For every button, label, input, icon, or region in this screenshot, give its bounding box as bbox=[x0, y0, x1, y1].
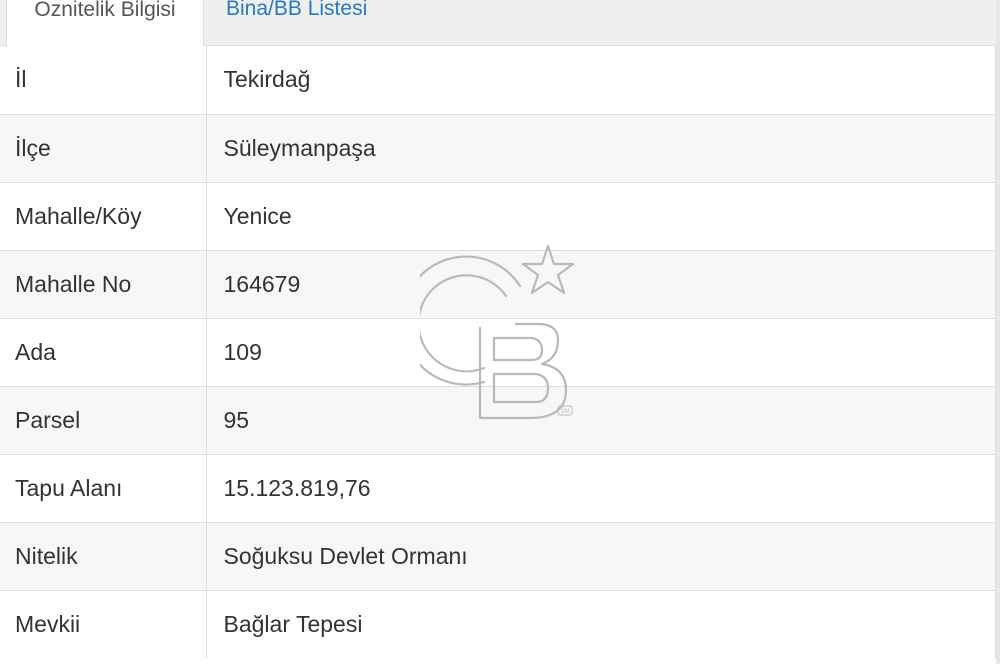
row-value: 109 bbox=[206, 317, 996, 386]
row-value: Bağlar Tepesi bbox=[206, 589, 996, 658]
tab-label: Bina/BB Listesi bbox=[226, 0, 368, 20]
row-label: Mahalle/Köy bbox=[0, 181, 207, 250]
row-label: Ada bbox=[0, 317, 207, 386]
row-label: Nitelik bbox=[0, 521, 207, 590]
row-value: Tekirdağ bbox=[206, 46, 996, 114]
row-value: Süleymanpaşa bbox=[206, 113, 996, 182]
tab-oznitelik-bilgisi[interactable]: Öznitelik Bilgisi bbox=[6, 0, 204, 46]
row-label: İl bbox=[0, 46, 207, 114]
row-value: Soğuksu Devlet Ormanı bbox=[206, 521, 996, 590]
table-row: İlçe Süleymanpaşa bbox=[0, 113, 996, 182]
attribute-table: İl Tekirdağ İlçe Süleymanpaşa Mahalle/Kö… bbox=[0, 46, 996, 658]
row-value: 164679 bbox=[206, 249, 996, 318]
scrollbar-edge[interactable] bbox=[996, 0, 1000, 664]
row-label: Mahalle No bbox=[0, 249, 207, 318]
table-row: Parsel 95 bbox=[0, 385, 996, 454]
table-row: Nitelik Soğuksu Devlet Ormanı bbox=[0, 521, 996, 590]
row-label: İlçe bbox=[0, 113, 207, 182]
table-row: Mevkii Bağlar Tepesi bbox=[0, 589, 996, 658]
tab-bar: Öznitelik Bilgisi Bina/BB Listesi bbox=[0, 0, 1000, 46]
table-row: Mahalle No 164679 bbox=[0, 249, 996, 318]
row-label: Parsel bbox=[0, 385, 207, 454]
table-row: Mahalle/Köy Yenice bbox=[0, 181, 996, 250]
row-label: Mevkii bbox=[0, 589, 207, 658]
tab-bina-bb-listesi[interactable]: Bina/BB Listesi bbox=[210, 0, 410, 46]
table-row: Tapu Alanı 15.123.819,76 bbox=[0, 453, 996, 522]
tab-label: Öznitelik Bilgisi bbox=[34, 0, 176, 21]
row-value: Yenice bbox=[206, 181, 996, 250]
table-row: Ada 109 bbox=[0, 317, 996, 386]
table-row: İl Tekirdağ bbox=[0, 46, 996, 114]
row-value: 95 bbox=[206, 385, 996, 454]
row-value: 15.123.819,76 bbox=[206, 453, 996, 522]
row-label: Tapu Alanı bbox=[0, 453, 207, 522]
